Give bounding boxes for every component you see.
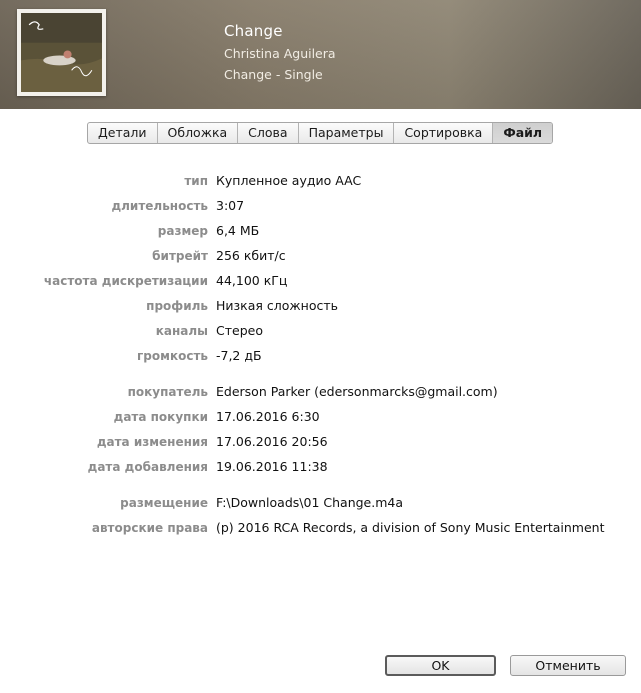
info-label: частота дискретизации [43, 273, 208, 288]
info-value: Ederson Parker (edersonmarcks@gmail.com) [216, 384, 498, 399]
info-label: громкость [137, 348, 208, 363]
get-info-dialog: Change Christina Aguilera Change - Singl… [0, 0, 641, 693]
info-value: 44,100 кГц [216, 273, 288, 288]
info-label: битрейт [152, 248, 208, 263]
tab-lyrics[interactable]: Слова [238, 123, 299, 143]
track-album: Change - Single [224, 67, 323, 82]
info-label: профиль [146, 298, 208, 313]
info-row-location: размещение F:\Downloads\01 Change.m4a [0, 490, 641, 515]
info-value: Низкая сложность [216, 298, 338, 313]
cancel-button[interactable]: Отменить [510, 655, 626, 676]
tab-artwork[interactable]: Обложка [158, 123, 239, 143]
info-value: 256 кбит/с [216, 248, 286, 263]
info-row-duration: длительность 3:07 [0, 193, 641, 218]
info-row-volume: громкость -7,2 дБ [0, 343, 641, 368]
info-value: 17.06.2016 20:56 [216, 434, 328, 449]
info-label: тип [184, 173, 208, 188]
info-label: размещение [120, 495, 208, 510]
info-label: каналы [155, 323, 208, 338]
file-info-panel: тип Купленное аудио AAC длительность 3:0… [0, 168, 641, 540]
info-row-added-date: дата добавления 19.06.2016 11:38 [0, 454, 641, 479]
info-value: Купленное аудио AAC [216, 173, 362, 188]
info-value: 17.06.2016 6:30 [216, 409, 320, 424]
track-artist: Christina Aguilera [224, 46, 336, 61]
info-value: F:\Downloads\01 Change.m4a [216, 495, 403, 510]
info-value: -7,2 дБ [216, 348, 262, 363]
info-row-profile: профиль Низкая сложность [0, 293, 641, 318]
info-row-purchase-date: дата покупки 17.06.2016 6:30 [0, 404, 641, 429]
info-label: размер [157, 223, 208, 238]
info-row-kind: тип Купленное аудио AAC [0, 168, 641, 193]
tab-options[interactable]: Параметры [299, 123, 395, 143]
info-row-modified-date: дата изменения 17.06.2016 20:56 [0, 429, 641, 454]
info-label: дата покупки [113, 409, 208, 424]
info-value: (p) 2016 RCA Records, a division of Sony… [216, 520, 605, 535]
ok-button[interactable]: OK [385, 655, 496, 676]
info-value: 6,4 МБ [216, 223, 260, 238]
info-value: Стерео [216, 323, 263, 338]
album-artwork[interactable] [17, 9, 106, 96]
track-header: Change Christina Aguilera Change - Singl… [0, 0, 641, 109]
info-row-size: размер 6,4 МБ [0, 218, 641, 243]
info-row-channels: каналы Стерео [0, 318, 641, 343]
info-row-copyright: авторские права (p) 2016 RCA Records, a … [0, 515, 641, 540]
track-title: Change [224, 22, 283, 40]
info-label: дата добавления [87, 459, 208, 474]
info-row-purchaser: покупатель Ederson Parker (edersonmarcks… [0, 379, 641, 404]
info-row-bitrate: битрейт 256 кбит/с [0, 243, 641, 268]
info-label: покупатель [127, 384, 208, 399]
info-label: дата изменения [96, 434, 208, 449]
info-tabs: Детали Обложка Слова Параметры Сортировк… [87, 122, 554, 144]
info-row-sample-rate: частота дискретизации 44,100 кГц [0, 268, 641, 293]
info-value: 3:07 [216, 198, 245, 213]
tab-sorting[interactable]: Сортировка [394, 123, 494, 143]
album-artwork-image [21, 13, 102, 92]
tab-details[interactable]: Детали [88, 123, 158, 143]
track-info: Change Christina Aguilera Change - Singl… [224, 22, 336, 88]
tab-file[interactable]: Файл [493, 123, 553, 143]
info-value: 19.06.2016 11:38 [216, 459, 328, 474]
info-label: авторские права [91, 520, 208, 535]
info-label: длительность [111, 198, 208, 213]
